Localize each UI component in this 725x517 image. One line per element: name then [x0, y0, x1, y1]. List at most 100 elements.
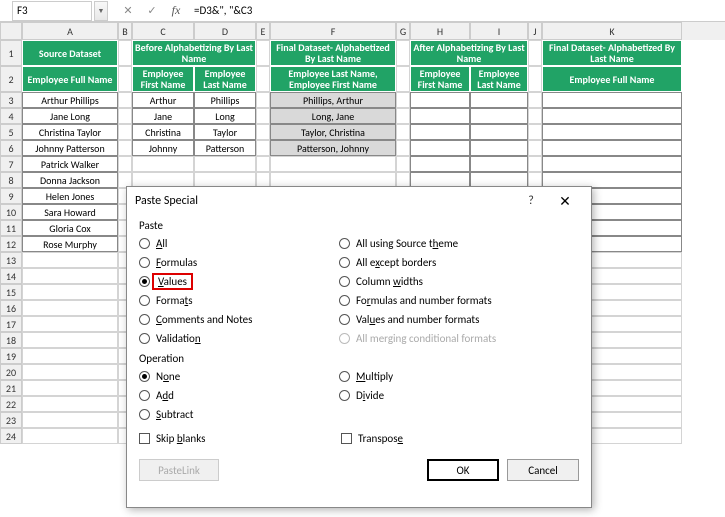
cancel-button[interactable]: Cancel: [507, 459, 579, 481]
cell[interactable]: Donna Jackson: [22, 172, 118, 188]
accept-formula-icon[interactable]: ✓: [140, 1, 164, 21]
cell[interactable]: [396, 92, 410, 108]
cell[interactable]: Taylor, Christina: [270, 124, 396, 140]
cell[interactable]: [410, 124, 470, 140]
radio-values[interactable]: Values: [139, 272, 339, 291]
cell[interactable]: [118, 66, 132, 92]
cell[interactable]: [22, 316, 118, 332]
cell[interactable]: [410, 92, 470, 108]
cell[interactable]: [22, 252, 118, 268]
cell[interactable]: [470, 108, 528, 124]
cell[interactable]: [528, 140, 542, 156]
row-header[interactable]: 3: [0, 92, 22, 108]
radio-all[interactable]: All: [139, 234, 339, 253]
cell[interactable]: [396, 66, 410, 92]
cell[interactable]: Final Dataset- Alphabetized By Last Name: [270, 40, 396, 66]
radio-col-widths[interactable]: Column widths: [339, 272, 579, 291]
cell[interactable]: Arthur Phillips: [22, 92, 118, 108]
cell[interactable]: Arthur: [132, 92, 194, 108]
cell[interactable]: [470, 92, 528, 108]
name-box[interactable]: F3: [12, 1, 92, 21]
row-header[interactable]: 17: [0, 316, 22, 332]
row-header[interactable]: 18: [0, 332, 22, 348]
checkbox-transpose[interactable]: Transpose: [341, 432, 543, 445]
cell[interactable]: After Alphabetizing By Last Name: [410, 40, 528, 66]
cell[interactable]: Employee Full Name: [22, 66, 118, 92]
cell[interactable]: [396, 156, 410, 172]
radio-formats[interactable]: Formats: [139, 291, 339, 310]
cell[interactable]: [118, 156, 132, 172]
cell[interactable]: Employee Last Name: [470, 66, 528, 92]
radio-all-borders[interactable]: All except borders: [339, 253, 579, 272]
row-header[interactable]: 22: [0, 396, 22, 412]
radio-none[interactable]: None: [139, 367, 339, 386]
cell[interactable]: [118, 92, 132, 108]
cell[interactable]: Christina Taylor: [22, 124, 118, 140]
row-header[interactable]: 9: [0, 188, 22, 204]
col-header-I[interactable]: I: [470, 22, 528, 40]
row-header[interactable]: 2: [0, 66, 22, 92]
row-header[interactable]: 6: [0, 140, 22, 156]
ok-button[interactable]: OK: [427, 459, 499, 481]
col-header-C[interactable]: C: [132, 22, 194, 40]
cell[interactable]: Patterson: [194, 140, 256, 156]
cell[interactable]: Sara Howard: [22, 204, 118, 220]
cell[interactable]: [542, 140, 682, 156]
radio-divide[interactable]: Divide: [339, 386, 579, 405]
row-header[interactable]: 15: [0, 284, 22, 300]
row-header[interactable]: 24: [0, 428, 22, 444]
cell[interactable]: [194, 156, 256, 172]
fx-icon[interactable]: fx: [164, 1, 188, 21]
col-header-K[interactable]: K: [542, 22, 682, 40]
col-header-H[interactable]: H: [410, 22, 470, 40]
cell[interactable]: [118, 40, 132, 66]
cell[interactable]: Employee Full Name: [542, 66, 682, 92]
select-all-corner[interactable]: [0, 22, 22, 40]
cell[interactable]: Taylor: [194, 124, 256, 140]
cell[interactable]: [542, 124, 682, 140]
cell[interactable]: [528, 124, 542, 140]
cell[interactable]: [22, 380, 118, 396]
cell[interactable]: Patrick Walker: [22, 156, 118, 172]
checkbox-skip-blanks[interactable]: Skip blanks: [139, 432, 341, 445]
row-header[interactable]: 4: [0, 108, 22, 124]
row-header[interactable]: 12: [0, 236, 22, 252]
cell[interactable]: Jane Long: [22, 108, 118, 124]
cell[interactable]: Jane: [132, 108, 194, 124]
col-header-A[interactable]: A: [22, 22, 118, 40]
cell[interactable]: [22, 332, 118, 348]
cell[interactable]: [542, 108, 682, 124]
cell[interactable]: [22, 396, 118, 412]
radio-add[interactable]: Add: [139, 386, 339, 405]
dialog-titlebar[interactable]: Paste Special ? ✕: [127, 187, 591, 215]
cell[interactable]: Employee Last Name, Employee First Name: [270, 66, 396, 92]
cell[interactable]: [410, 156, 470, 172]
cell[interactable]: Long, Jane: [270, 108, 396, 124]
cell[interactable]: [118, 140, 132, 156]
radio-all-theme[interactable]: All using Source theme: [339, 234, 579, 253]
cell[interactable]: [528, 156, 542, 172]
cell[interactable]: Johnny: [132, 140, 194, 156]
row-header[interactable]: 20: [0, 364, 22, 380]
row-header[interactable]: 11: [0, 220, 22, 236]
cell[interactable]: [528, 40, 542, 66]
cell[interactable]: [396, 124, 410, 140]
col-header-D[interactable]: D: [194, 22, 256, 40]
cell[interactable]: [470, 140, 528, 156]
cell[interactable]: Phillips, Arthur: [270, 92, 396, 108]
cell[interactable]: [396, 40, 410, 66]
cell[interactable]: [542, 156, 682, 172]
radio-comments[interactable]: Comments and Notes: [139, 310, 339, 329]
name-box-dropdown[interactable]: ▼: [94, 1, 108, 21]
cell[interactable]: [256, 66, 270, 92]
row-header[interactable]: 21: [0, 380, 22, 396]
col-header-F[interactable]: F: [270, 22, 396, 40]
formula-input[interactable]: =D3&", "&C3: [188, 3, 725, 18]
cell[interactable]: [256, 140, 270, 156]
cell[interactable]: Phillips: [194, 92, 256, 108]
cell[interactable]: [270, 156, 396, 172]
radio-formulas[interactable]: Formulas: [139, 253, 339, 272]
cell[interactable]: Rose Murphy: [22, 236, 118, 252]
row-header[interactable]: 19: [0, 348, 22, 364]
cell[interactable]: [528, 92, 542, 108]
